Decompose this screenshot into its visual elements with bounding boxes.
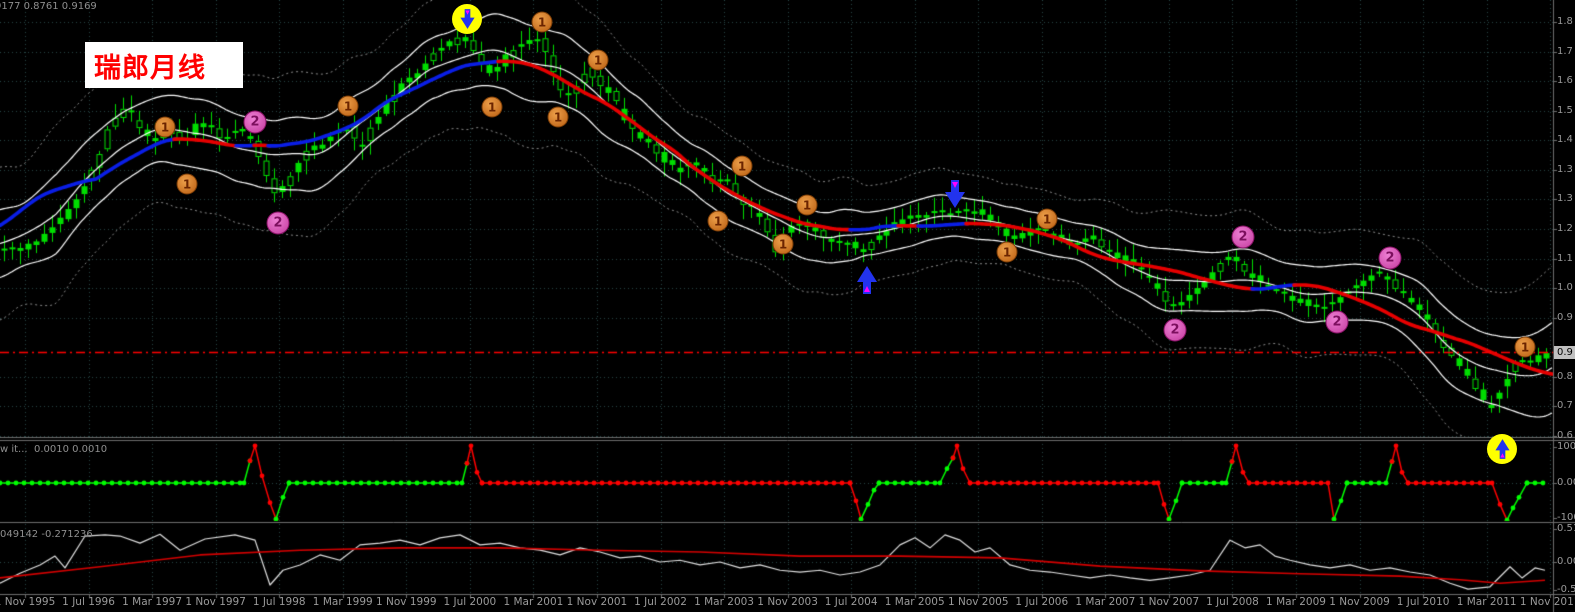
number-1-orange[interactable]: 1 — [547, 106, 569, 128]
time-axis-label: 1 Nov 1995 — [0, 596, 56, 608]
number-1-orange[interactable]: 1 — [996, 241, 1018, 263]
number-1-orange[interactable]: 1 — [481, 96, 503, 118]
time-axis-label: 1 Mar 2011 — [1456, 596, 1517, 608]
price-axis-label: 1.8 — [1557, 16, 1573, 27]
time-axis-label: 1 Jul 2000 — [443, 596, 497, 608]
number-2-pink[interactable]: 2 — [1163, 318, 1187, 342]
chart-canvas[interactable] — [0, 0, 1575, 612]
price-axis-label: 1.5 — [1557, 104, 1573, 116]
time-axis-label: 1 Mar 2009 — [1266, 596, 1326, 608]
indicator-axis-label: 0.00 — [1557, 477, 1575, 488]
price-axis-label: 1.7 — [1557, 45, 1573, 57]
indicator-axis-label: 100 — [1557, 441, 1575, 452]
number-2-pink[interactable]: 2 — [243, 110, 267, 134]
time-axis-label: 1 Nov 2011 — [1519, 596, 1575, 608]
number-1-orange[interactable]: 1 — [1514, 336, 1536, 358]
number-1-orange[interactable]: 1 — [796, 194, 818, 216]
number-1-orange[interactable]: 1 — [731, 155, 753, 177]
indicator-axis-label: 0.51 — [1557, 523, 1575, 534]
time-axis-label: 1 Nov 2009 — [1329, 596, 1390, 608]
price-axis-label: 1.3 — [1557, 193, 1573, 205]
indicator-axis-label: -0.5 — [1557, 584, 1575, 595]
price-axis-label: 1.2 — [1557, 223, 1573, 234]
price-axis-label: 0.9 — [1557, 311, 1573, 323]
time-axis-label: 1 Nov 2003 — [757, 596, 818, 608]
number-2-pink[interactable]: 2 — [1231, 225, 1255, 249]
number-1-orange[interactable]: 1 — [176, 173, 198, 195]
price-axis-label: 1.3 — [1557, 163, 1573, 175]
number-1-orange[interactable]: 1 — [337, 95, 359, 117]
current-price-box: 0.9 — [1554, 346, 1575, 359]
symbol-ohlc-info: 9177 0.8761 0.9169 — [0, 1, 97, 12]
time-axis-label: 1 Mar 2001 — [503, 596, 564, 608]
number-2-pink[interactable]: 2 — [266, 211, 290, 235]
sell-arrow-blue[interactable] — [943, 179, 967, 209]
time-axis-label: 1 Nov 2005 — [947, 596, 1009, 608]
price-axis-label: 0.8 — [1557, 370, 1573, 382]
time-axis-label: 1 Nov 2007 — [1138, 596, 1200, 608]
time-axis-label: 1 Nov 1997 — [185, 596, 246, 608]
indicator2-label: 049142 -0.271236 — [0, 529, 93, 540]
price-axis-label: 1.6 — [1557, 75, 1573, 87]
number-1-orange[interactable]: 1 — [1036, 208, 1058, 230]
time-axis-label: 1 Jul 2006 — [1015, 596, 1069, 608]
number-1-orange[interactable]: 1 — [707, 210, 729, 232]
sell-signal-yellow-circle[interactable] — [452, 4, 482, 34]
time-axis-label: 1 Jul 2004 — [824, 596, 878, 608]
buy-arrow-blue[interactable] — [855, 265, 879, 295]
price-axis-label: 1.1 — [1557, 252, 1573, 264]
time-axis-label: 1 Jul 1996 — [62, 596, 115, 608]
trading-chart-window: 9177 0.8761 0.9169 瑞郎月线 w it... 0.0010 0… — [0, 0, 1575, 612]
number-1-orange[interactable]: 1 — [772, 233, 794, 255]
price-axis-label: 1.4 — [1557, 134, 1573, 146]
time-axis-label: 1 Mar 2005 — [884, 596, 945, 608]
chart-title-label[interactable]: 瑞郎月线 — [85, 42, 243, 88]
time-axis-label: 1 Mar 1997 — [122, 596, 183, 608]
time-axis-label: 1 Mar 1999 — [312, 596, 373, 608]
time-axis-label: 1 Nov 2001 — [566, 596, 628, 608]
indicator-axis-label: 0.00 — [1557, 556, 1575, 567]
number-1-orange[interactable]: 1 — [154, 116, 176, 138]
number-2-pink[interactable]: 2 — [1378, 246, 1402, 270]
time-axis-label: 1 Mar 2003 — [694, 596, 754, 608]
number-1-orange[interactable]: 1 — [531, 11, 553, 33]
time-axis-label: 1 Jul 2008 — [1206, 596, 1259, 608]
buy-signal-yellow-circle[interactable] — [1487, 434, 1517, 464]
time-axis-label: 1 Jul 2002 — [634, 596, 687, 608]
chart-title-text: 瑞郎月线 — [94, 52, 206, 84]
number-2-pink[interactable]: 2 — [1325, 310, 1349, 334]
time-axis-label: 1 Nov 1999 — [376, 596, 437, 608]
price-axis-label: 1.0 — [1557, 282, 1573, 294]
time-axis-label: 1 Mar 2007 — [1075, 596, 1136, 608]
time-axis-label: 1 Jul 2010 — [1396, 596, 1450, 608]
time-axis-label: 1 Jul 1998 — [252, 596, 306, 608]
number-1-orange[interactable]: 1 — [587, 49, 609, 71]
price-axis-label: 0.7 — [1557, 400, 1573, 412]
indicator1-label: w it... 0.0010 0.0010 — [0, 444, 108, 455]
